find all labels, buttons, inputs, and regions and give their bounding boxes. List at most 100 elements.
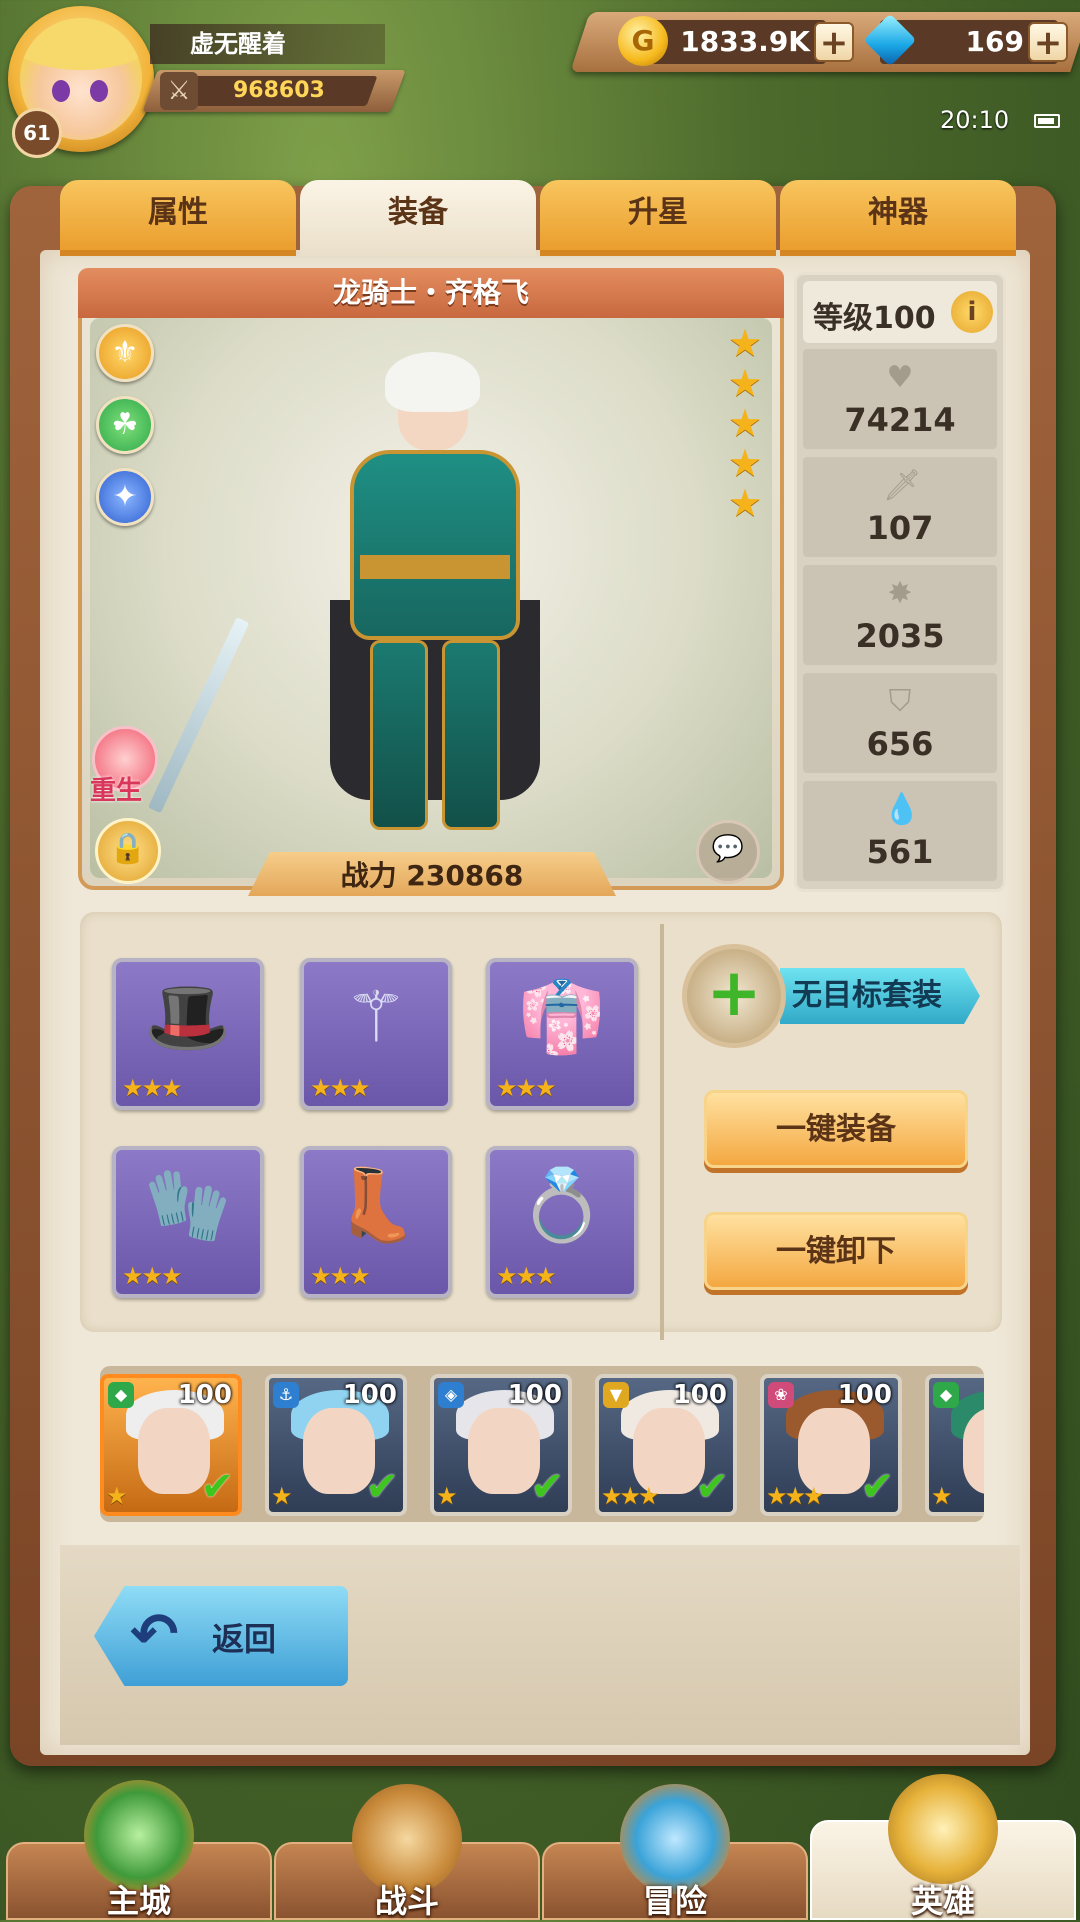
stat-attack: 107 (866, 509, 934, 547)
tab-artifact[interactable]: 神器 (780, 180, 1016, 256)
equip-slot-weapon[interactable]: ⚚ ★★★ (300, 958, 452, 1110)
tab-equipment[interactable]: 装备 (300, 180, 536, 256)
sword-class-icon[interactable]: ⚜ (96, 324, 154, 382)
hero-model-belt (360, 555, 510, 579)
slot-stars: ★★★ (122, 1074, 183, 1102)
skill-icon[interactable]: ✦ (96, 468, 154, 526)
back-arrow-icon: ↶ (130, 1600, 179, 1668)
equipment-set-label[interactable]: 无目标套装 (780, 968, 980, 1024)
hero-model-armor (350, 450, 520, 640)
droplet-icon: 💧 (883, 792, 921, 827)
equip-all-button[interactable]: 一键装备 (704, 1090, 968, 1168)
hero-star-icon: ★ (728, 361, 763, 405)
sword-icon: 🗡 (883, 468, 922, 503)
hero-roster: ◆ 100 ★ ✔ ⚓ 100 ★ ✔ ◈ 100 ★ ✔ ▼ 100 ★★★ … (100, 1366, 984, 1522)
nav-adventure-label[interactable]: 冒险 (542, 1876, 808, 1922)
hero-card-level: 100 (837, 1380, 892, 1410)
stat-defense: 656 (866, 725, 934, 763)
stat-magic-row: 💧 561 (803, 781, 997, 881)
faction-icon: ◈ (438, 1382, 464, 1408)
tab-attributes[interactable]: 属性 (60, 180, 296, 256)
faction-wolf-icon[interactable]: ☘ (96, 396, 154, 454)
equip-slot-boots[interactable]: 👢 ★★★ (300, 1146, 452, 1298)
equip-slot-hat[interactable]: 🎩 ★★★ (112, 958, 264, 1110)
hero-card-level: 100 (177, 1380, 232, 1410)
panel-divider (660, 924, 664, 1340)
stat-hp-row: ♥ 74214 (803, 349, 997, 449)
heart-icon: ♥ (886, 360, 914, 395)
stat-hp: 74214 (844, 401, 956, 439)
stat-attack-row: 🗡 107 (803, 457, 997, 557)
nav-main-city-label[interactable]: 主城 (6, 1876, 272, 1922)
equip-slot-ring[interactable]: 💍 ★★★ (486, 1146, 638, 1298)
checkmark-icon: ✔ (860, 1464, 894, 1510)
roster-hero-card[interactable]: ◆ ★ (925, 1374, 984, 1516)
hero-card-stars: ★ (931, 1482, 952, 1510)
info-button[interactable]: i (951, 291, 993, 333)
hero-stats-panel: 等级100 i ♥ 74214 🗡 107 ✸ 2035 ⛉ 656 💧 561 (794, 272, 1006, 892)
chat-bubble-icon[interactable]: 💬 (696, 820, 760, 884)
hero-star-icon: ★ (728, 401, 763, 445)
hero-card-stars: ★ (271, 1482, 292, 1510)
roster-hero-card[interactable]: ❀ 100 ★★★ ✔ (760, 1374, 902, 1516)
burst-icon: ✸ (887, 576, 913, 611)
hero-card-level: 100 (507, 1380, 562, 1410)
roster-hero-card[interactable]: ◈ 100 ★ ✔ (430, 1374, 572, 1516)
hero-card-stars: ★ (436, 1482, 457, 1510)
rebirth-label[interactable]: 重生 (90, 770, 142, 807)
hero-card-level: 100 (342, 1380, 397, 1410)
gloves-icon: 🧤 (144, 1164, 232, 1246)
player-level-badge: 61 (12, 108, 62, 158)
status-time: 20:10 (940, 106, 1010, 134)
roster-hero-card[interactable]: ⚓ 100 ★ ✔ (265, 1374, 407, 1516)
roster-hero-card[interactable]: ▼ 100 ★★★ ✔ (595, 1374, 737, 1516)
tab-star-up[interactable]: 升星 (540, 180, 776, 256)
gold-amount: 1833.9K (680, 25, 810, 58)
staff-icon: ⚚ (344, 976, 408, 1058)
stat-speed-row: ✸ 2035 (803, 565, 997, 665)
hero-level-row: 等级100 i (803, 281, 997, 343)
roster-hero-card[interactable]: ◆ 100 ★ ✔ (100, 1374, 242, 1516)
hero-star-icon: ★ (728, 441, 763, 485)
wizard-hat-icon: 🎩 (144, 976, 232, 1058)
unequip-all-button[interactable]: 一键卸下 (704, 1212, 968, 1290)
nav-battle-label[interactable]: 战斗 (274, 1876, 540, 1922)
checkmark-icon: ✔ (200, 1464, 234, 1510)
hero-model-leg (370, 640, 428, 830)
stat-magic: 561 (866, 833, 934, 871)
equip-slot-armor[interactable]: 👘 ★★★ (486, 958, 638, 1110)
hero-card-stars: ★ (106, 1482, 127, 1510)
checkmark-icon: ✔ (365, 1464, 399, 1510)
lock-icon[interactable]: 🔒 (95, 818, 161, 884)
player-power: 968603 (180, 76, 378, 106)
hero-model-hair (385, 352, 480, 412)
back-button-label[interactable]: 返回 (212, 1614, 276, 1660)
hero-card-stars: ★★★ (766, 1482, 825, 1510)
gem-amount: 169 (965, 25, 1024, 58)
stat-defense-row: ⛉ 656 (803, 673, 997, 773)
hero-model-leg (442, 640, 500, 830)
faction-icon: ⚓ (273, 1382, 299, 1408)
hero-card-stars: ★★★ (601, 1482, 660, 1510)
checkmark-icon: ✔ (530, 1464, 564, 1510)
boots-icon: 👢 (332, 1164, 420, 1246)
robe-icon: 👘 (518, 976, 606, 1058)
faction-icon: ❀ (768, 1382, 794, 1408)
slot-stars: ★★★ (310, 1074, 371, 1102)
hero-star-icon: ★ (728, 321, 763, 365)
hero-helmet-emblem-icon (888, 1774, 998, 1884)
hero-combat-power: 战力 230868 (248, 852, 616, 896)
main-city-emblem-icon (84, 1780, 194, 1890)
equip-slot-gloves[interactable]: 🧤 ★★★ (112, 1146, 264, 1298)
add-set-icon[interactable]: + (682, 944, 786, 1048)
faction-icon: ▼ (603, 1382, 629, 1408)
slot-stars: ★★★ (496, 1262, 557, 1290)
player-name: 虚无醒着 (150, 24, 385, 64)
faction-icon: ◆ (933, 1382, 959, 1408)
add-gold-button[interactable]: + (814, 22, 854, 62)
battery-icon (1034, 114, 1060, 128)
slot-stars: ★★★ (496, 1074, 557, 1102)
nav-heroes-label[interactable]: 英雄 (810, 1876, 1076, 1922)
checkmark-icon: ✔ (695, 1464, 729, 1510)
add-gems-button[interactable]: + (1028, 22, 1068, 62)
